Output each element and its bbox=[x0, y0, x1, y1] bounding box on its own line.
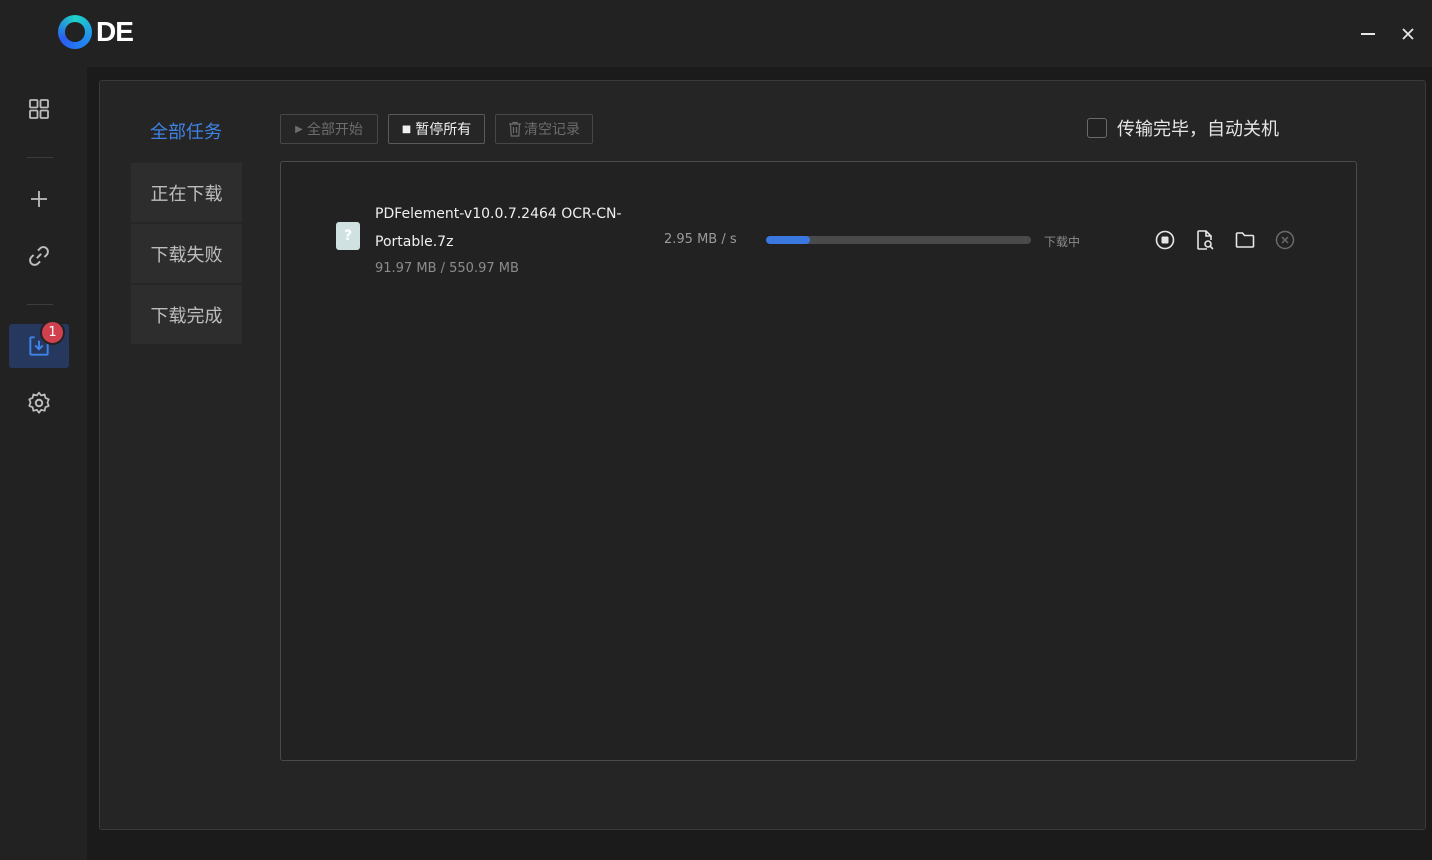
task-delete-button[interactable] bbox=[1273, 228, 1297, 252]
rail-settings-button[interactable] bbox=[9, 381, 69, 425]
stop-circle-icon bbox=[1155, 230, 1175, 250]
task-view-file-button[interactable] bbox=[1193, 228, 1217, 252]
auto-shutdown-label: 传输完毕，自动关机 bbox=[1117, 119, 1279, 140]
play-icon: ▶ bbox=[295, 123, 303, 135]
title-bar: DE bbox=[0, 0, 1432, 67]
folder-icon bbox=[1235, 232, 1255, 248]
clear-records-button[interactable]: 清空记录 bbox=[495, 114, 593, 144]
pause-all-button[interactable]: ■ 暂停所有 bbox=[388, 114, 485, 144]
task-size: 91.97 MB / 550.97 MB bbox=[375, 261, 519, 276]
auto-shutdown-option[interactable]: 传输完毕，自动关机 bbox=[1087, 115, 1279, 141]
category-downloading[interactable]: 正在下载 bbox=[130, 162, 243, 223]
stop-square-icon: ■ bbox=[401, 123, 412, 135]
close-circle-icon bbox=[1275, 230, 1295, 250]
start-all-button[interactable]: ▶ 全部开始 bbox=[280, 114, 378, 144]
task-speed: 2.95 MB / s bbox=[664, 232, 737, 247]
pause-all-label: 暂停所有 bbox=[415, 122, 472, 138]
auto-shutdown-checkbox[interactable] bbox=[1087, 118, 1107, 138]
rail-downloads-button[interactable]: 1 bbox=[9, 320, 69, 368]
link-icon bbox=[29, 246, 49, 266]
task-progress-bar bbox=[766, 236, 1031, 244]
task-stop-button[interactable] bbox=[1153, 228, 1177, 252]
rail-divider bbox=[27, 304, 53, 305]
plus-icon bbox=[31, 191, 47, 207]
category-all-tasks[interactable]: 全部任务 bbox=[150, 118, 222, 144]
task-file-name: PDFelement-v10.0.7.2464 OCR-CN-Portable.… bbox=[375, 206, 622, 250]
gear-icon bbox=[28, 391, 50, 414]
logo-ring-icon bbox=[58, 15, 92, 49]
start-all-label: 全部开始 bbox=[306, 122, 363, 138]
rail-apps-button[interactable] bbox=[9, 87, 69, 131]
rail-divider bbox=[27, 157, 53, 158]
close-button[interactable] bbox=[1396, 20, 1420, 48]
clear-records-label: 清空记录 bbox=[524, 122, 580, 138]
unknown-file-icon: ? bbox=[336, 222, 360, 250]
app-logo: DE bbox=[58, 15, 134, 49]
logo-text: DE bbox=[96, 16, 134, 47]
task-progress-fill bbox=[766, 236, 811, 244]
rail-link-button[interactable] bbox=[9, 234, 69, 278]
category-failed[interactable]: 下载失败 bbox=[130, 223, 243, 284]
minimize-button[interactable] bbox=[1356, 20, 1380, 48]
grid-icon bbox=[29, 99, 49, 119]
rail-add-button[interactable] bbox=[9, 177, 69, 221]
task-status: 下载中 bbox=[1044, 235, 1081, 249]
file-search-icon bbox=[1197, 230, 1214, 250]
left-rail: 1 bbox=[0, 67, 87, 860]
downloads-count-badge: 1 bbox=[40, 320, 65, 345]
close-icon bbox=[1402, 28, 1414, 40]
task-open-folder-button[interactable] bbox=[1233, 228, 1257, 252]
trash-icon bbox=[509, 121, 521, 137]
category-completed[interactable]: 下载完成 bbox=[130, 284, 243, 345]
